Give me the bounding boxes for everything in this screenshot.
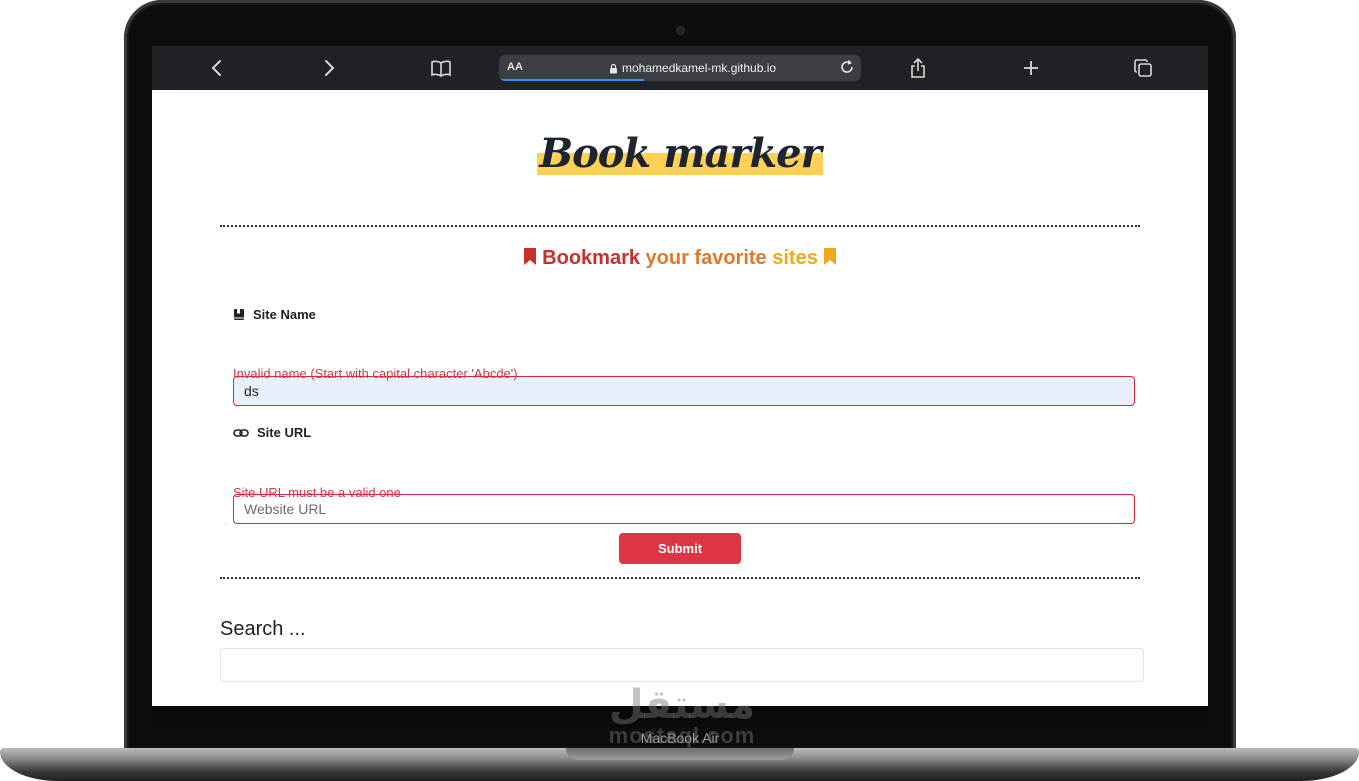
lock-icon: [610, 63, 617, 73]
watermark-arabic: مستقل: [608, 682, 756, 728]
site-name-error: Invalid name (Start with capital charact…: [233, 366, 518, 381]
laptop-notch: [566, 748, 794, 760]
site-url-label: Site URL: [233, 425, 311, 440]
tabs-overview-button[interactable]: [1129, 54, 1157, 82]
site-name-label-text: Site Name: [253, 307, 316, 322]
logo: Book marker: [537, 130, 823, 177]
site-name-label: Site Name: [233, 307, 316, 322]
forward-button[interactable]: [315, 54, 343, 82]
logo-area: Book marker: [152, 130, 1208, 177]
search-input[interactable]: [220, 648, 1144, 682]
text-size-button[interactable]: AA: [507, 61, 523, 73]
tagline-part-1: Bookmark: [542, 247, 646, 269]
url-display: mohamedkamel-mk.github.io: [609, 61, 776, 75]
site-url-label-text: Site URL: [257, 425, 312, 440]
tagline-part-3: sites: [772, 247, 818, 269]
tagline: Bookmark your favorite sites: [152, 247, 1208, 270]
url-text: mohamedkamel-mk.github.io: [622, 61, 777, 75]
link-icon: [233, 428, 249, 437]
chevron-left-icon: [211, 60, 221, 76]
watermark-latin: mostaql.com: [608, 723, 756, 748]
share-button[interactable]: [904, 54, 932, 82]
reload-icon: [841, 59, 853, 73]
watermark: مستقل mostaql.com: [597, 685, 767, 747]
share-icon: [911, 57, 925, 78]
bookmarks-button[interactable]: [427, 54, 455, 82]
bookmark-icon: [824, 248, 837, 265]
page-load-progress: [499, 79, 644, 81]
book-icon: [431, 60, 451, 77]
reload-button[interactable]: [839, 59, 855, 80]
bookmark-icon: [523, 248, 536, 265]
submit-button[interactable]: Submit: [619, 533, 741, 564]
bookmarker-page: Book marker Bookmark your favorite sites…: [152, 90, 1208, 706]
bottom-divider: [220, 577, 1140, 579]
browser-screen: AA mohamedkamel-mk.github.io Book marker: [152, 46, 1208, 706]
tabs-icon: [1134, 59, 1152, 77]
plus-icon: [1024, 61, 1038, 75]
search-title: Search ...: [220, 618, 306, 640]
top-divider: [220, 225, 1140, 227]
logo-text: Book marker: [539, 130, 821, 177]
site-url-error: Site URL must be a valid one: [233, 485, 401, 500]
chevron-right-icon: [325, 60, 335, 76]
address-bar[interactable]: AA mohamedkamel-mk.github.io: [499, 55, 861, 81]
browser-toolbar: AA mohamedkamel-mk.github.io: [152, 46, 1208, 90]
tagline-part-2: your favorite: [645, 247, 773, 269]
book-bookmark-icon: [234, 309, 244, 320]
new-tab-button[interactable]: [1017, 54, 1045, 82]
back-button[interactable]: [203, 54, 231, 82]
camera-icon: [677, 27, 684, 34]
